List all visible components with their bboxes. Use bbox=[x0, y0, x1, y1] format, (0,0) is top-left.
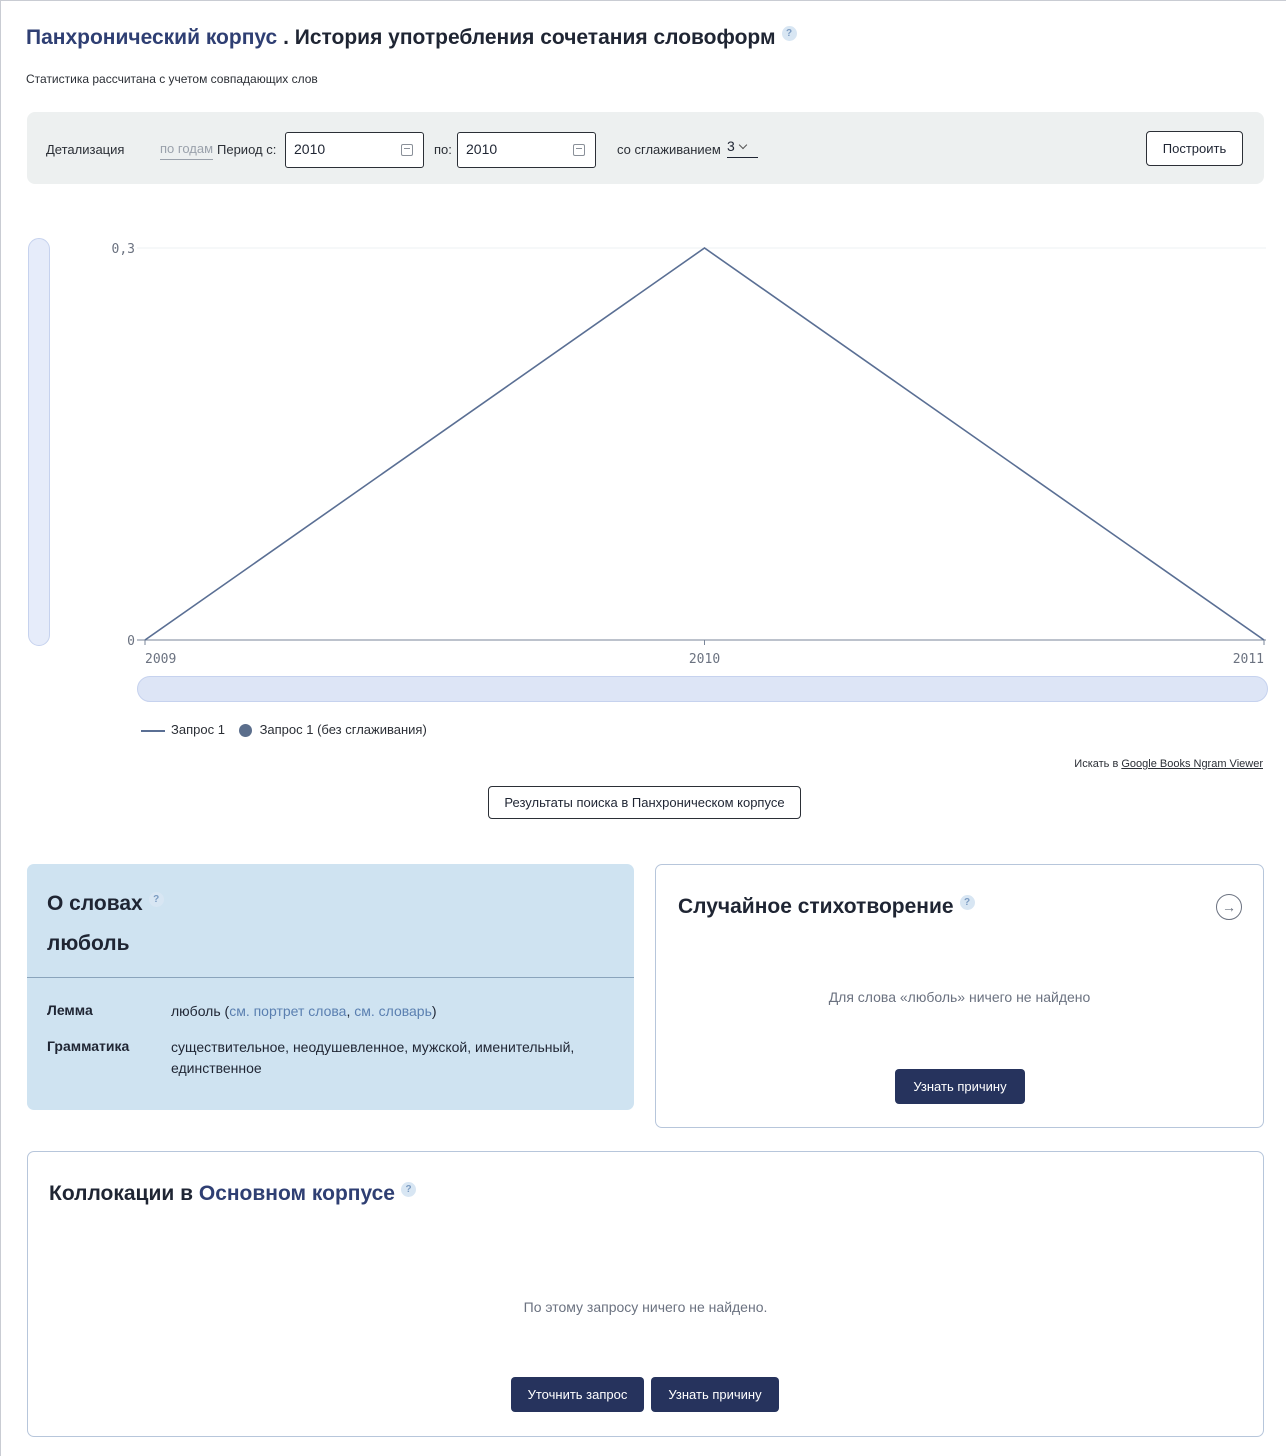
ngram-search: Искать в Google Books Ngram Viewer bbox=[1074, 758, 1263, 770]
help-icon[interactable]: ? bbox=[781, 26, 797, 41]
word-title: люболь bbox=[47, 932, 130, 955]
random-poem-message: Для слова «люболь» ничего не найдено bbox=[828, 989, 1091, 1005]
lemma-close: ) bbox=[431, 1003, 437, 1019]
collocations-card: Коллокации в Основном корпусе? По этому … bbox=[27, 1151, 1264, 1437]
x-tick-label: 2010 bbox=[689, 652, 720, 667]
dictionary-link[interactable]: см. словарь bbox=[354, 1003, 432, 1019]
period-to-input[interactable]: 2010 bbox=[457, 132, 596, 168]
refine-query-button[interactable]: Уточнить запрос bbox=[511, 1377, 644, 1412]
x-tick-label: 2009 bbox=[145, 652, 176, 667]
collocations-message: По этому запросу ничего не найдено. bbox=[523, 1299, 768, 1315]
random-poem-title: Случайное стихотворение? bbox=[678, 895, 975, 919]
calendar-icon[interactable] bbox=[401, 144, 413, 156]
grammar-value: существительное, неодушевленное, мужской… bbox=[171, 1039, 575, 1076]
help-icon[interactable]: ? bbox=[148, 892, 164, 907]
arrow-right-icon[interactable]: → bbox=[1216, 894, 1242, 920]
x-tick-label: 2011 bbox=[1233, 652, 1264, 667]
series-line bbox=[144, 247, 1265, 641]
chart-legend: Запрос 1 Запрос 1 (без сглаживания) bbox=[141, 722, 427, 738]
chart: 0 0,3 2009 2010 2011 bbox=[112, 242, 1266, 667]
colloc-reason-button[interactable]: Узнать причину bbox=[651, 1377, 779, 1412]
build-button[interactable]: Построить bbox=[1146, 131, 1243, 166]
divider bbox=[27, 977, 634, 978]
period-to-label: по: bbox=[434, 142, 452, 157]
legend-item[interactable]: Запрос 1 (без сглаживания) bbox=[260, 722, 427, 737]
lemma-text: люболь ( bbox=[171, 1003, 230, 1019]
x-axis-scrollbar[interactable] bbox=[137, 676, 1268, 702]
period-from-input[interactable]: 2010 bbox=[285, 132, 424, 168]
legend-dot-swatch bbox=[238, 724, 252, 738]
page-title: Панхронический корпус . История употребл… bbox=[26, 26, 797, 50]
legend-item[interactable]: Запрос 1 bbox=[171, 722, 225, 737]
title-text: . История употребления сочетания словофо… bbox=[277, 26, 776, 49]
ngram-prefix: Искать в bbox=[1074, 758, 1122, 770]
about-words-title: О словах? bbox=[47, 892, 164, 916]
calendar-icon[interactable] bbox=[573, 144, 585, 156]
lemma-value: люболь (см. портрет слова, см. словарь) bbox=[171, 1001, 621, 1022]
word-portrait-link[interactable]: см. портрет слова bbox=[229, 1003, 346, 1019]
random-poem-card: Случайное стихотворение? → Для слова «лю… bbox=[655, 864, 1264, 1128]
help-icon[interactable]: ? bbox=[959, 895, 975, 910]
y-tick-label: 0 bbox=[127, 634, 135, 649]
corpus-title-link[interactable]: Панхронический корпус bbox=[26, 26, 277, 49]
ngram-link[interactable]: Google Books Ngram Viewer bbox=[1121, 758, 1263, 770]
main-corpus-link[interactable]: Основном корпусе bbox=[199, 1182, 395, 1205]
period-to-value: 2010 bbox=[466, 141, 498, 157]
detail-select[interactable]: по годам bbox=[160, 141, 214, 160]
random-poem-title-text: Случайное стихотворение bbox=[678, 895, 954, 918]
about-words-card: О словах? люболь Лемма люболь (см. портр… bbox=[27, 864, 634, 1110]
chevron-down-icon bbox=[738, 140, 748, 150]
page-subtitle: Статистика рассчитана с учетом совпадающ… bbox=[26, 72, 318, 86]
help-icon[interactable]: ? bbox=[401, 1182, 416, 1197]
legend-line-swatch bbox=[141, 729, 165, 732]
detail-label: Детализация bbox=[46, 142, 125, 157]
lemma-label: Лемма bbox=[47, 1002, 93, 1018]
collocations-title: Коллокации в Основном корпусе? bbox=[49, 1182, 416, 1206]
smoothing-select[interactable]: 3 bbox=[727, 138, 758, 158]
poem-reason-button[interactable]: Узнать причину bbox=[895, 1069, 1025, 1104]
y-tick-label: 0,3 bbox=[112, 242, 135, 257]
smoothing-value: 3 bbox=[727, 138, 735, 154]
about-words-title-text: О словах bbox=[47, 892, 143, 915]
grammar-label: Грамматика bbox=[47, 1038, 130, 1054]
collocations-title-prefix: Коллокации в bbox=[49, 1182, 199, 1205]
search-results-button[interactable]: Результаты поиска в Панхроническом корпу… bbox=[488, 786, 801, 819]
chart-controls: Детализация по годам Период с: 2010 по: … bbox=[27, 112, 1264, 184]
smoothing-label: со сглаживанием bbox=[617, 142, 721, 157]
period-from-value: 2010 bbox=[294, 141, 326, 157]
period-from-label: Период с: bbox=[217, 142, 277, 157]
